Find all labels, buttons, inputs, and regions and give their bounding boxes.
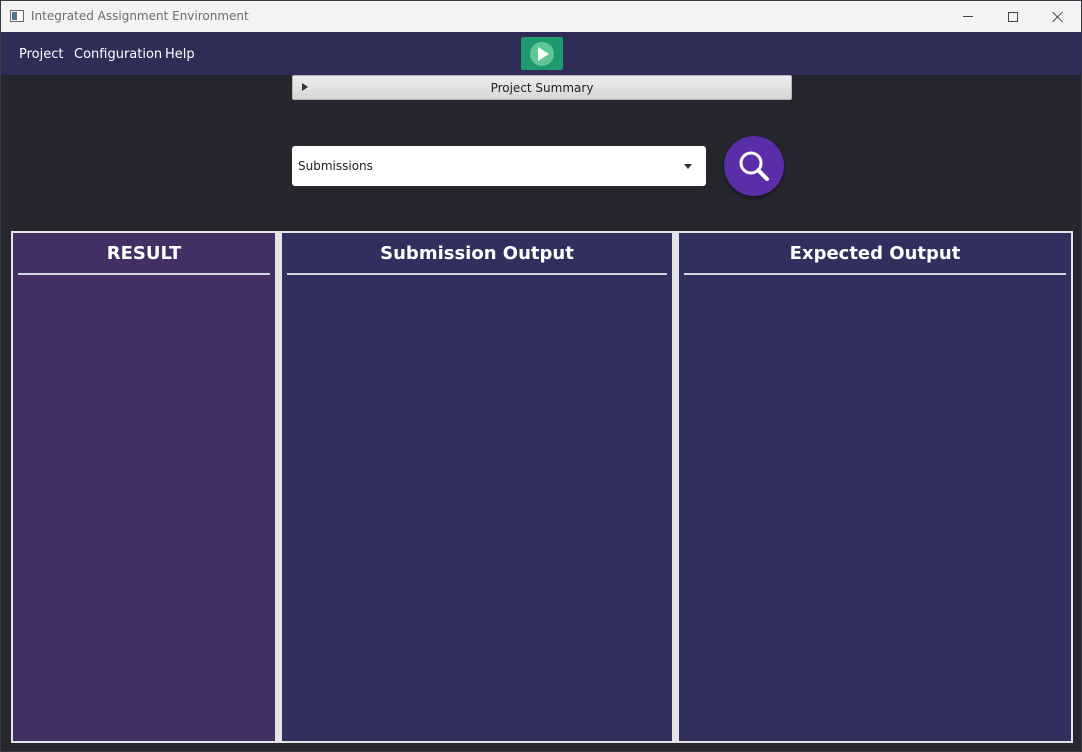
menu-configuration[interactable]: Configuration [74, 47, 162, 62]
title-bar: Integrated Assignment Environment [1, 1, 1081, 32]
submissions-dropdown[interactable]: Submissions [292, 146, 706, 186]
submissions-selected-value: Submissions [298, 159, 373, 173]
maximize-button[interactable] [990, 1, 1036, 32]
result-panel: RESULT [13, 233, 275, 741]
expected-output-title: Expected Output [789, 243, 961, 264]
divider [684, 273, 1066, 275]
divider [287, 273, 667, 275]
minimize-button[interactable] [945, 1, 991, 32]
submission-output-panel[interactable]: Submission Output [282, 233, 672, 741]
result-panel-title: RESULT [106, 243, 182, 264]
output-panels: RESULT Submission Output Expected Output [11, 231, 1073, 743]
maximize-icon [1008, 11, 1018, 22]
close-icon [1052, 11, 1064, 23]
play-icon [530, 41, 554, 66]
minimize-icon [963, 16, 973, 17]
menu-project[interactable]: Project [19, 47, 63, 62]
run-button[interactable] [521, 37, 563, 70]
window-title: Integrated Assignment Environment [31, 9, 249, 23]
search-icon [739, 151, 769, 181]
submission-output-title: Submission Output [380, 243, 574, 264]
project-summary-title: Project Summary [490, 81, 594, 95]
expected-output-panel[interactable]: Expected Output [679, 233, 1071, 741]
menu-help[interactable]: Help [165, 47, 195, 62]
chevron-down-icon [684, 164, 692, 169]
project-summary-pane[interactable]: Project Summary [292, 75, 792, 100]
app-window: Integrated Assignment Environment Projec… [0, 0, 1082, 752]
search-button[interactable] [724, 136, 784, 196]
close-button[interactable] [1035, 1, 1081, 32]
app-icon [10, 10, 24, 22]
divider [18, 273, 270, 275]
menu-bar: Project Configuration Help [1, 32, 1081, 75]
